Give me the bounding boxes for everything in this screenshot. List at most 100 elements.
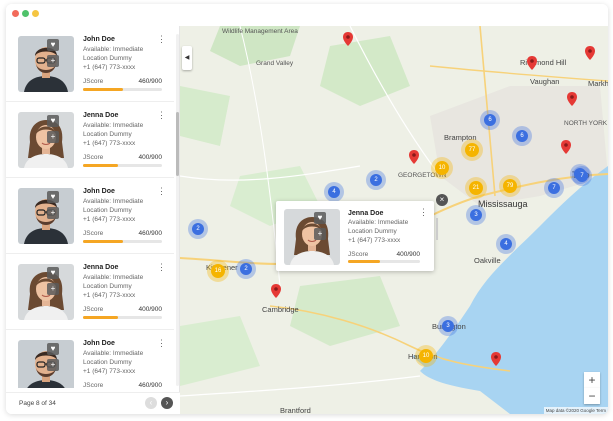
more-options-icon[interactable]: ⋮ — [157, 263, 166, 272]
zoom-out-button[interactable]: − — [584, 388, 600, 404]
map-pin-icon[interactable] — [271, 284, 281, 298]
map-label-wildlife: Wildlife Management Area — [222, 28, 298, 35]
map-cluster-marker[interactable]: 16 — [211, 264, 225, 278]
map-cluster-marker[interactable]: 6 — [484, 114, 496, 126]
user-add-icon[interactable]: + — [47, 207, 59, 219]
candidate-name: Jenna Doe — [83, 264, 119, 271]
more-options-icon[interactable]: ⋮ — [157, 111, 166, 120]
avatar[interactable] — [18, 264, 74, 320]
more-options-icon[interactable]: ⋮ — [419, 208, 428, 217]
page-indicator: Page 8 of 34 — [19, 400, 56, 407]
map-label-brampton: Brampton — [444, 133, 477, 142]
map-label-grand-valley: Grand Valley — [256, 60, 294, 67]
list-scrollbar[interactable] — [176, 34, 179, 386]
jscore-bar-fill — [83, 316, 118, 319]
candidate-card[interactable]: ♥ + John Doe Available: Immediate Location D… — [6, 178, 174, 254]
map-label-markham: Markh — [588, 79, 608, 88]
chevron-left-icon[interactable]: ‹ — [145, 397, 157, 409]
map-cluster-marker[interactable]: 21 — [469, 181, 483, 195]
heart-icon[interactable]: ♥ — [47, 267, 59, 279]
user-add-icon[interactable]: + — [47, 55, 59, 67]
jscore-value: 400/900 — [396, 251, 421, 258]
candidate-availability: Available: Immediate — [83, 122, 144, 129]
app-window: ♥ + John Doe Available: Immediate Location D… — [6, 4, 608, 414]
map-cluster-marker[interactable]: 7 — [548, 182, 560, 194]
heart-icon[interactable]: ♥ — [47, 39, 59, 51]
heart-icon[interactable]: ♥ — [47, 191, 59, 203]
male-portrait-icon — [18, 36, 74, 92]
candidate-phone: +1 (647) 773-xxxx — [83, 64, 136, 71]
candidate-list[interactable]: ♥ + John Doe Available: Immediate Location D… — [6, 26, 180, 388]
map-pin-icon[interactable] — [527, 56, 537, 70]
candidate-phone: +1 (647) 773-xxxx — [83, 292, 136, 299]
map-pin-icon[interactable] — [567, 92, 577, 106]
map-cluster-marker[interactable]: 3 — [470, 209, 482, 221]
map-pin-icon[interactable] — [343, 32, 353, 46]
candidate-popup[interactable]: ♥ + Jenna Doe Available: Immediate Locat… — [276, 201, 434, 271]
map-attribution[interactable]: Map data ©2020 Google Term — [543, 407, 608, 414]
candidate-card[interactable]: ♥ + John Doe Available: Immediate Location D… — [6, 330, 174, 388]
map-cluster-marker[interactable]: 4 — [500, 238, 512, 250]
avatar — [284, 209, 340, 265]
map-label-mississauga: Mississauga — [478, 199, 528, 209]
candidate-card[interactable]: ♥ + Jenna Doe Available: Immediate Location … — [6, 254, 174, 330]
map-cluster-marker[interactable]: 6 — [516, 130, 528, 142]
map-label-cambridge: Cambridge — [262, 305, 299, 314]
female-portrait-icon — [18, 264, 74, 320]
heart-icon[interactable]: ♥ — [47, 343, 59, 355]
avatar[interactable] — [18, 112, 74, 168]
map-pin-icon[interactable] — [561, 140, 571, 154]
candidate-card[interactable]: ♥ + Jenna Doe Available: Immediate Location … — [6, 102, 174, 178]
zoom-in-button[interactable]: + — [584, 372, 600, 388]
map-cluster-marker[interactable]: 77 — [465, 143, 479, 157]
map-cluster-marker[interactable]: 2 — [370, 174, 382, 186]
scroll-thumb[interactable] — [176, 112, 179, 176]
map-pin-icon[interactable] — [585, 46, 595, 60]
map-cluster-marker[interactable]: 3 — [442, 320, 454, 332]
candidate-name: John Doe — [83, 340, 115, 347]
chevron-right-icon[interactable]: › — [161, 397, 173, 409]
more-options-icon[interactable]: ⋮ — [157, 35, 166, 44]
map-cluster-marker[interactable]: 2 — [240, 263, 252, 275]
candidate-availability: Available: Immediate — [83, 46, 144, 53]
map-pin-icon[interactable] — [409, 150, 419, 164]
more-options-icon[interactable]: ⋮ — [157, 339, 166, 348]
avatar[interactable] — [18, 340, 74, 388]
avatar[interactable] — [18, 36, 74, 92]
user-add-icon[interactable]: + — [314, 228, 326, 240]
user-add-icon[interactable]: + — [47, 283, 59, 295]
candidate-location: Location Dummy — [83, 283, 132, 290]
maximize-window-dot[interactable] — [22, 10, 29, 17]
jscore-label: JScore — [83, 382, 104, 388]
map-cluster-marker[interactable]: 79 — [503, 179, 517, 193]
candidate-availability: Available: Immediate — [83, 274, 144, 281]
map-view[interactable]: Wildlife Management Area Grand Valley Ri… — [180, 26, 608, 414]
avatar[interactable] — [18, 188, 74, 244]
collapse-sidebar-button[interactable]: ◀ — [182, 46, 192, 70]
map-cluster-marker[interactable]: 2 — [192, 223, 204, 235]
jscore-bar — [83, 164, 162, 167]
popup-scrollbar[interactable] — [436, 218, 438, 240]
map-cluster-marker[interactable]: 10 — [435, 161, 449, 175]
minimize-window-dot[interactable] — [32, 10, 39, 17]
close-popup-icon[interactable]: × — [436, 194, 448, 206]
more-options-icon[interactable]: ⋮ — [157, 187, 166, 196]
close-window-dot[interactable] — [12, 10, 19, 17]
jscore-label: JScore — [348, 251, 369, 258]
map-cluster-marker[interactable]: 4 — [328, 186, 340, 198]
candidate-phone: +1 (647) 773-xxxx — [348, 237, 401, 244]
user-add-icon[interactable]: + — [47, 131, 59, 143]
jscore-bar — [83, 88, 162, 91]
map-pin-icon[interactable] — [491, 352, 501, 366]
heart-icon[interactable]: ♥ — [314, 212, 326, 224]
map-label-brantford: Brantford — [280, 406, 311, 414]
map-cluster-marker[interactable]: 7 — [576, 170, 588, 182]
candidate-card[interactable]: ♥ + John Doe Available: Immediate Location D… — [6, 26, 174, 102]
candidate-sidebar: ♥ + John Doe Available: Immediate Location D… — [6, 26, 180, 414]
female-portrait-icon — [284, 209, 340, 265]
map-cluster-marker[interactable]: 10 — [419, 349, 433, 363]
user-add-icon[interactable]: + — [47, 359, 59, 371]
candidate-phone: +1 (647) 773-xxxx — [83, 216, 136, 223]
heart-icon[interactable]: ♥ — [47, 115, 59, 127]
jscore-value: 400/900 — [138, 154, 163, 161]
